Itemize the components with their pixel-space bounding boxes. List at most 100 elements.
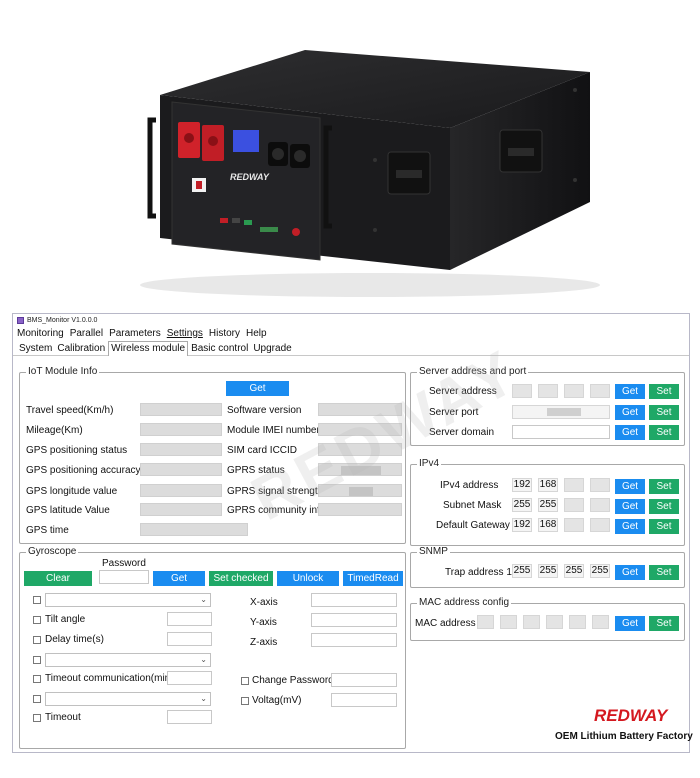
mac-get-button[interactable]: Get [615,616,645,631]
mac-config-group: MAC address config MAC address Get Set [410,597,685,641]
default-gateway-octet[interactable]: 192 [512,518,532,532]
trap-address-octet[interactable]: 255 [564,564,584,578]
iccid-label: SIM card ICCID [227,445,298,456]
server-port-input[interactable] [512,405,610,419]
gprs-signal-value [318,484,402,497]
tab-wireless-module[interactable]: Wireless module [108,341,189,356]
x-axis-input[interactable] [311,593,397,607]
app-icon [17,316,24,324]
tilt-angle-input[interactable] [167,612,212,626]
server-address-octet[interactable] [590,384,610,398]
voltage-input[interactable] [331,693,397,707]
default-gateway-octet[interactable] [590,518,610,532]
change-password-checkbox[interactable] [241,677,249,685]
gyro-get-button[interactable]: Get [153,571,205,586]
subnet-mask-octet[interactable] [590,498,610,512]
ipv4-address-label: IPv4 address [440,480,499,491]
server-address-octet[interactable] [512,384,532,398]
imei-label: Module IMEI number [227,425,320,436]
snmp-get-button[interactable]: Get [615,565,645,580]
travel-speed-value [140,403,222,416]
option-dropdown-3[interactable]: ⌄ [45,692,211,706]
mac-address-byte[interactable] [569,615,586,629]
voltage-checkbox[interactable] [241,697,249,705]
timeout-communication-checkbox[interactable] [33,675,41,683]
unlock-button[interactable]: Unlock [277,571,339,586]
mac-address-byte[interactable] [523,615,540,629]
ipv4-address-set-button[interactable]: Set [649,479,679,494]
menu-history[interactable]: History [209,328,240,339]
timeout-communication-label: Timeout communication(min) [45,673,174,684]
gps-latitude-label: GPS latitude Value [26,505,110,516]
delay-time-checkbox[interactable] [33,636,41,644]
settings-tabs: System Calibration Wireless module Basic… [13,340,689,356]
server-address-octet[interactable] [538,384,558,398]
option-dropdown-1[interactable]: ⌄ [45,593,211,607]
server-domain-set-button[interactable]: Set [649,425,679,440]
server-domain-get-button[interactable]: Get [615,425,645,440]
server-address-get-button[interactable]: Get [615,384,645,399]
combo2-checkbox[interactable] [33,656,41,664]
gps-time-label: GPS time [26,525,69,536]
default-gateway-set-button[interactable]: Set [649,519,679,534]
menu-parameters[interactable]: Parameters [109,328,161,339]
menu-help[interactable]: Help [246,328,267,339]
menu-bar: Monitoring Parallel Parameters Settings … [13,326,689,340]
ipv4-legend: IPv4 [417,458,442,469]
mac-set-button[interactable]: Set [649,616,679,631]
ipv4-address-octet[interactable] [590,478,610,492]
change-password-input[interactable] [331,673,397,687]
server-domain-input[interactable] [512,425,610,439]
mac-address-byte[interactable] [477,615,494,629]
ipv4-address-get-button[interactable]: Get [615,479,645,494]
subnet-mask-octet[interactable]: 255 [512,498,532,512]
tab-upgrade[interactable]: Upgrade [251,342,293,355]
tab-basic-control[interactable]: Basic control [189,342,250,355]
timeout-communication-input[interactable] [167,671,212,685]
gprs-signal-label: GPRS signal strength [227,486,324,497]
menu-monitoring[interactable]: Monitoring [17,328,64,339]
password-input[interactable] [99,570,149,584]
tilt-angle-checkbox[interactable] [33,616,41,624]
server-address-set-button[interactable]: Set [649,384,679,399]
ipv4-address-octet[interactable]: 168 [538,478,558,492]
ipv4-group: IPv4 IPv4 address 192 168 Get Set Subnet… [410,458,685,546]
combo1-checkbox[interactable] [33,596,41,604]
menu-parallel[interactable]: Parallel [70,328,103,339]
mac-address-byte[interactable] [592,615,609,629]
subnet-mask-octet[interactable]: 255 [538,498,558,512]
server-address-label: Server address [429,386,497,397]
ipv4-address-octet[interactable] [564,478,584,492]
timed-read-button[interactable]: TimedRead [343,571,403,586]
tab-system[interactable]: System [17,342,54,355]
default-gateway-get-button[interactable]: Get [615,519,645,534]
timeout-checkbox[interactable] [33,714,41,722]
combo3-checkbox[interactable] [33,695,41,703]
delay-time-input[interactable] [167,632,212,646]
server-port-set-button[interactable]: Set [649,405,679,420]
default-gateway-octet[interactable] [564,518,584,532]
subnet-mask-set-button[interactable]: Set [649,499,679,514]
server-address-octet[interactable] [564,384,584,398]
iot-get-button[interactable]: Get [226,381,289,396]
subnet-mask-octet[interactable] [564,498,584,512]
set-checked-button[interactable]: Set checked [209,571,273,586]
trap-address-octet[interactable]: 255 [538,564,558,578]
tab-calibration[interactable]: Calibration [55,342,107,355]
y-axis-input[interactable] [311,613,397,627]
z-axis-input[interactable] [311,633,397,647]
timeout-input[interactable] [167,710,212,724]
ipv4-address-octet[interactable]: 192 [512,478,532,492]
battery-product-image: REDWAY [140,50,600,297]
option-dropdown-2[interactable]: ⌄ [45,653,211,667]
snmp-set-button[interactable]: Set [649,565,679,580]
trap-address-octet[interactable]: 255 [512,564,532,578]
trap-address-octet[interactable]: 255 [590,564,610,578]
clear-button[interactable]: Clear [24,571,92,586]
subnet-mask-get-button[interactable]: Get [615,499,645,514]
server-port-get-button[interactable]: Get [615,405,645,420]
menu-settings[interactable]: Settings [167,328,203,339]
default-gateway-octet[interactable]: 168 [538,518,558,532]
mac-address-byte[interactable] [546,615,563,629]
mac-address-byte[interactable] [500,615,517,629]
